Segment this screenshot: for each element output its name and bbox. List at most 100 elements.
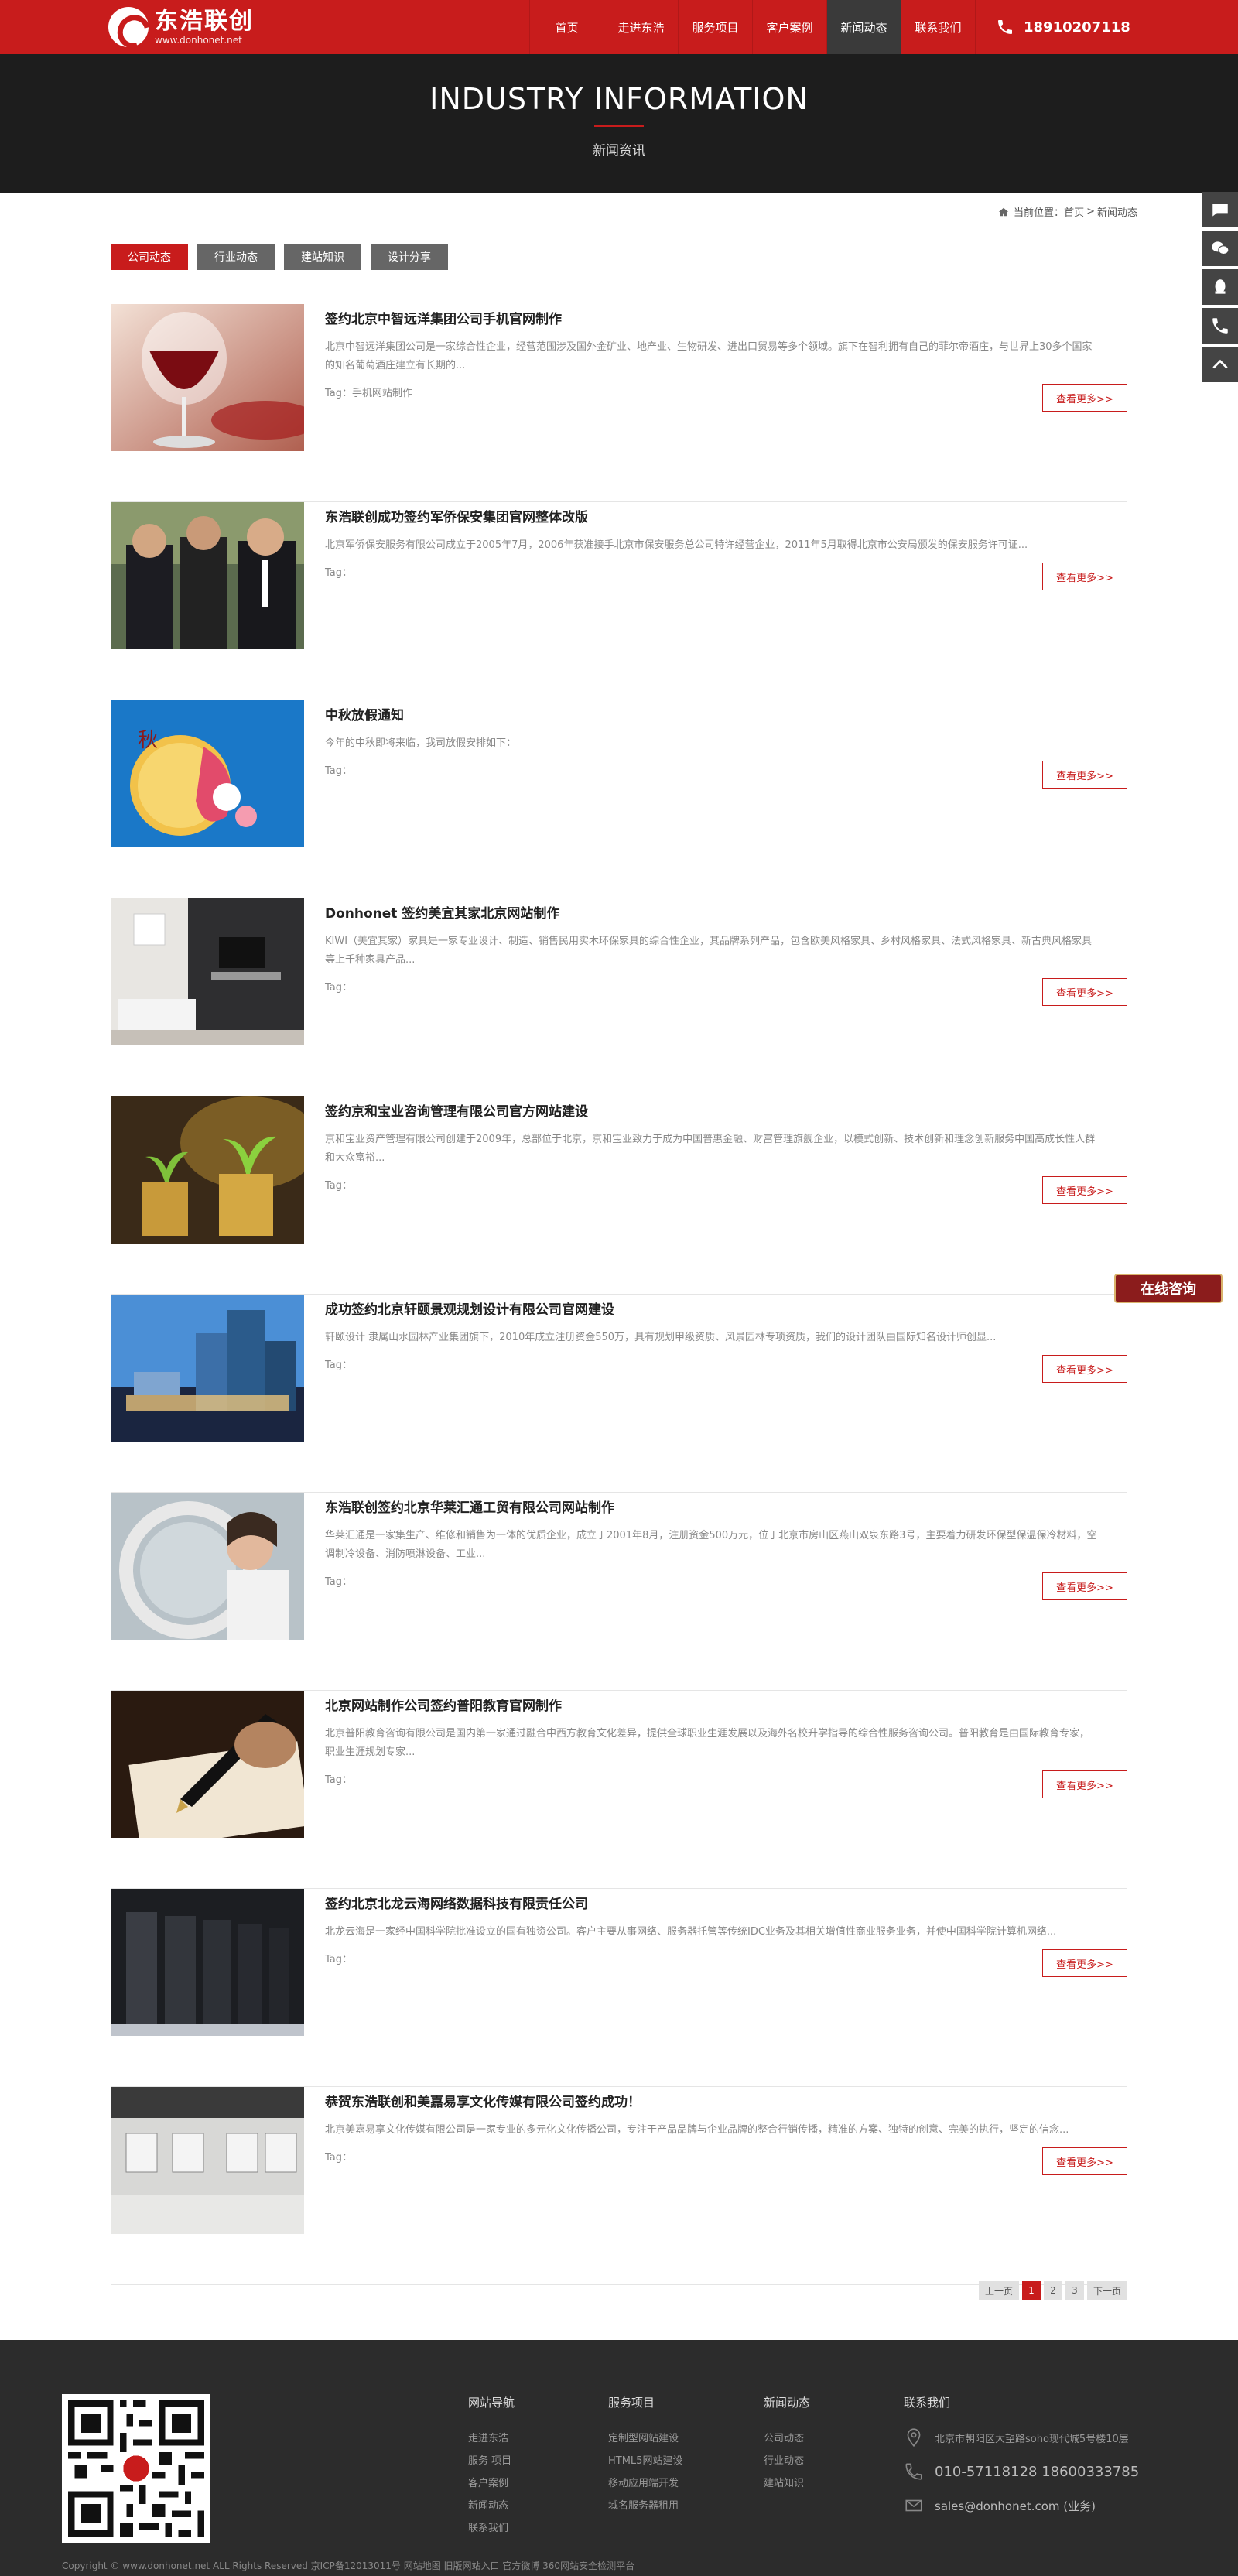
news-summary: 北龙云海是一家经中国科学院批准设立的国有独资公司。客户主要从事网络、服务器托管等… <box>325 1926 1057 1938</box>
nav-contact[interactable]: 联系我们 <box>901 0 975 54</box>
read-more-button[interactable]: 查看更多>> <box>1042 1949 1127 1977</box>
qr-code-image <box>62 2394 210 2543</box>
news-title[interactable]: 中秋放假通知 <box>325 704 404 724</box>
online-consult-button[interactable]: 在线咨询 <box>1114 1274 1223 1303</box>
prev-page-button[interactable]: 上一页 <box>978 2281 1019 2300</box>
logo[interactable]: 东浩联创 www.donhonet.net <box>108 5 254 50</box>
news-title[interactable]: 恭贺东浩联创和美嘉易享文化传媒有限公司签约成功！ <box>325 2091 641 2110</box>
news-thumbnail[interactable] <box>111 1493 304 1640</box>
news-tag: Tag： <box>325 2152 353 2164</box>
read-more-button[interactable]: 查看更多>> <box>1042 1355 1127 1383</box>
home-icon <box>998 207 1009 216</box>
footer-link[interactable]: 走进东浩 <box>468 2427 515 2450</box>
breadcrumb-home[interactable]: 首页 <box>1064 204 1084 219</box>
tab-industry-news[interactable]: 行业动态 <box>197 244 275 270</box>
news-thumbnail[interactable] <box>111 1295 304 1442</box>
news-item: 签约京和宝业咨询管理有限公司官方网站建设 京和宝业资产管理有限公司创建于2009… <box>111 1096 1127 1295</box>
chat-button[interactable] <box>1202 192 1238 227</box>
news-thumbnail[interactable] <box>111 502 304 649</box>
footer-link[interactable]: 新闻动态 <box>468 2495 515 2517</box>
nav-services[interactable]: 服务项目 <box>678 0 752 54</box>
news-thumbnail[interactable] <box>111 304 304 451</box>
tab-site-knowledge[interactable]: 建站知识 <box>284 244 361 270</box>
news-title[interactable]: 成功签约北京轩颐景观规划设计有限公司官网建设 <box>325 1298 614 1318</box>
news-tag: Tag： <box>325 1360 353 1371</box>
news-thumbnail[interactable] <box>111 898 304 1045</box>
tab-company-news[interactable]: 公司动态 <box>111 244 188 270</box>
phone-number: 18910207118 <box>1024 19 1130 36</box>
news-title[interactable]: 签约北京中智远洋集团公司手机官网制作 <box>325 308 562 327</box>
news-title[interactable]: Donhonet 签约美宜其家北京网站制作 <box>325 902 559 922</box>
footer-email[interactable]: sales@donhonet.com (业务) <box>935 2498 1096 2514</box>
footer-link[interactable]: 域名服务器租用 <box>608 2495 682 2517</box>
page-2-button[interactable]: 2 <box>1043 2281 1062 2300</box>
news-title[interactable]: 签约北京北龙云海网络数据科技有限责任公司 <box>325 1893 588 1912</box>
banner-divider <box>594 125 644 127</box>
back-to-top-button[interactable] <box>1202 347 1238 382</box>
wechat-button[interactable] <box>1202 231 1238 266</box>
footer-link[interactable]: 客户案例 <box>468 2472 515 2495</box>
footer: 网站导航 走进东浩 服务 项目 客户案例 新闻动态 联系我们 服务项目 定制型网… <box>0 2340 1238 2576</box>
news-thumbnail[interactable] <box>111 1889 304 2036</box>
breadcrumb: 当前位置： 首页 > 新闻动态 <box>998 204 1137 219</box>
footer-link[interactable]: 行业动态 <box>764 2450 810 2472</box>
phone-icon <box>905 2463 922 2480</box>
qq-button[interactable] <box>1202 269 1238 305</box>
read-more-button[interactable]: 查看更多>> <box>1042 1770 1127 1798</box>
read-more-button[interactable]: 查看更多>> <box>1042 761 1127 789</box>
wechat-icon <box>1212 241 1229 255</box>
news-thumbnail[interactable]: 秋 <box>111 700 304 847</box>
category-tabs: 公司动态 行业动态 建站知识 设计分享 <box>111 244 457 270</box>
floating-sidebar <box>1202 192 1238 385</box>
news-item: 签约北京中智远洋集团公司手机官网制作 北京中智远洋集团公司是一家综合性企业，经营… <box>111 304 1127 502</box>
read-more-button[interactable]: 查看更多>> <box>1042 1572 1127 1600</box>
footer-link[interactable]: 定制型网站建设 <box>608 2427 682 2450</box>
banner-title: INDUSTRY INFORMATION <box>429 82 809 116</box>
tab-design-share[interactable]: 设计分享 <box>371 244 448 270</box>
news-title[interactable]: 东浩联创成功签约军侨保安集团官网整体改版 <box>325 506 588 525</box>
news-tag: Tag： <box>325 1576 353 1588</box>
news-summary: 北京普阳教育咨询有限公司是国内第一家通过融合中西方教育文化差异，提供全球职业生涯… <box>325 1728 1090 1758</box>
footer-col-title: 服务项目 <box>608 2396 655 2410</box>
news-title[interactable]: 北京网站制作公司签约普阳教育官网制作 <box>325 1695 562 1714</box>
news-title[interactable]: 签约京和宝业咨询管理有限公司官方网站建设 <box>325 1100 588 1120</box>
nav-news[interactable]: 新闻动态 <box>826 0 901 54</box>
read-more-button[interactable]: 查看更多>> <box>1042 1176 1127 1204</box>
phone-button[interactable] <box>1202 308 1238 344</box>
nav-home[interactable]: 首页 <box>529 0 604 54</box>
news-tag: Tag：手机网站制作 <box>325 388 413 399</box>
banner-subtitle: 新闻资讯 <box>593 143 645 159</box>
news-tag: Tag： <box>325 1954 353 1965</box>
footer-link[interactable]: 建站知识 <box>764 2472 810 2495</box>
header-phone: 18910207118 <box>975 0 1130 54</box>
news-thumbnail[interactable] <box>111 1691 304 1838</box>
news-title[interactable]: 东浩联创签约北京华莱汇通工贸有限公司网站制作 <box>325 1497 614 1516</box>
location-icon <box>907 2428 921 2448</box>
news-thumbnail[interactable] <box>111 1096 304 1244</box>
footer-contact: 联系我们 北京市朝阳区大望路soho现代城5号楼10层 010-57118128… <box>904 2394 1139 2530</box>
read-more-button[interactable]: 查看更多>> <box>1042 2147 1127 2175</box>
news-summary: 北京中智远洋集团公司是一家综合性企业，经营范围涉及国外金矿业、地产业、生物研发、… <box>325 341 1093 371</box>
page-1-button[interactable]: 1 <box>1021 2281 1041 2300</box>
main-nav: 首页 走进东浩 服务项目 客户案例 新闻动态 联系我们 18910207118 <box>529 0 1130 54</box>
footer-link[interactable]: 移动应用端开发 <box>608 2472 682 2495</box>
nav-about[interactable]: 走进东浩 <box>604 0 678 54</box>
news-thumbnail[interactable] <box>111 2087 304 2234</box>
breadcrumb-current: 新闻动态 <box>1096 207 1137 219</box>
footer-address: 北京市朝阳区大望路soho现代城5号楼10层 <box>935 2433 1129 2445</box>
footer-link[interactable]: HTML5网站建设 <box>608 2450 682 2472</box>
page-3-button[interactable]: 3 <box>1065 2281 1084 2300</box>
read-more-button[interactable]: 查看更多>> <box>1042 384 1127 412</box>
footer-link[interactable]: 联系我们 <box>468 2517 515 2540</box>
read-more-button[interactable]: 查看更多>> <box>1042 563 1127 590</box>
read-more-button[interactable]: 查看更多>> <box>1042 978 1127 1006</box>
phone-icon <box>998 20 1012 34</box>
footer-link[interactable]: 服务 项目 <box>468 2450 515 2472</box>
next-page-button[interactable]: 下一页 <box>1086 2281 1127 2300</box>
footer-link[interactable]: 公司动态 <box>764 2427 810 2450</box>
news-item: 东浩联创成功签约军侨保安集团官网整体改版 北京军侨保安服务有限公司成立于2005… <box>111 502 1127 700</box>
nav-cases[interactable]: 客户案例 <box>752 0 826 54</box>
news-tag: Tag： <box>325 765 353 777</box>
news-tag: Tag： <box>325 1774 353 1786</box>
news-item: 秋 中秋放假通知 今年的中秋即将来临，我司放假安排如下： Tag： 查看更多>> <box>111 700 1127 898</box>
